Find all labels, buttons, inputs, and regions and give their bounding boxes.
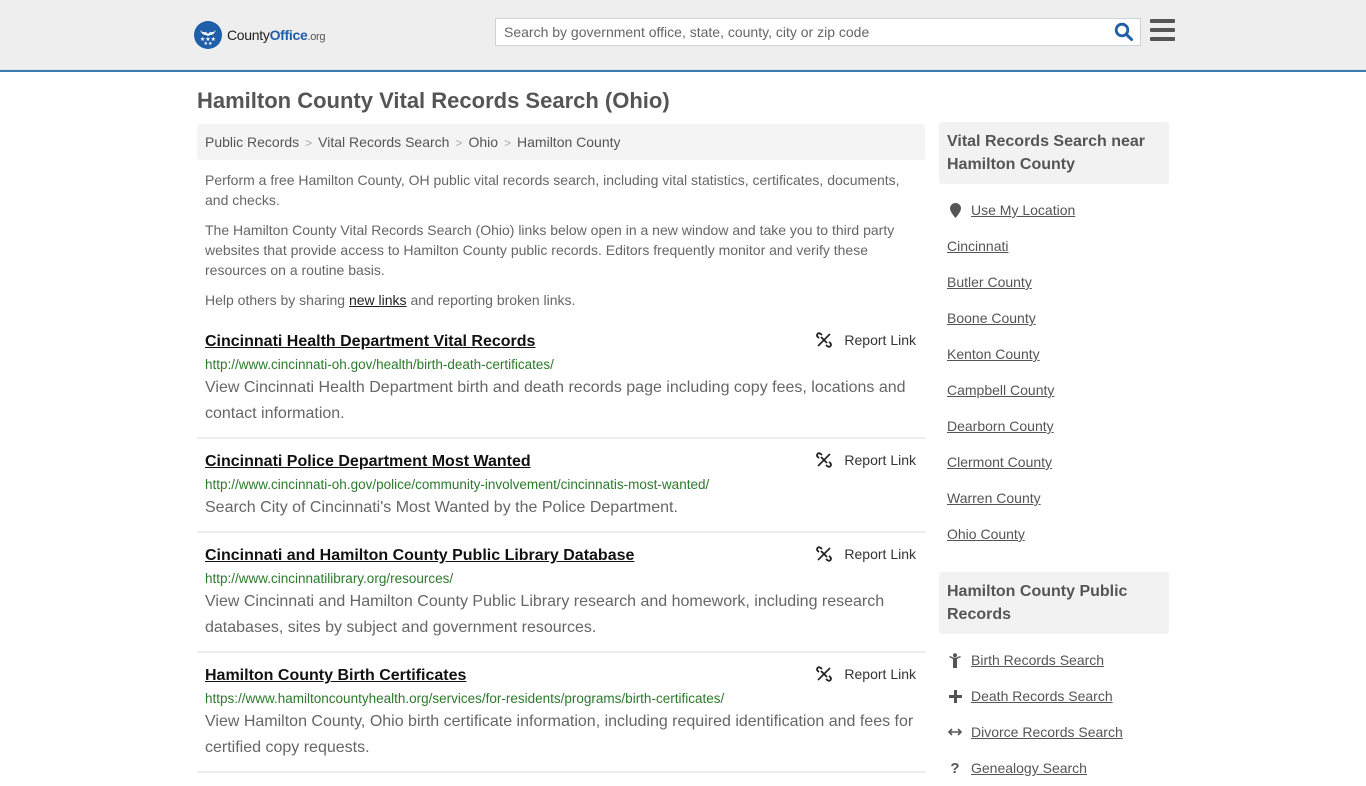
- nearby-list: Use My Location Cincinnati Butler County…: [939, 184, 1169, 552]
- genealogy-search-link[interactable]: Genealogy Search: [971, 760, 1087, 776]
- broken-link-icon: [816, 332, 833, 348]
- nearby-link-dearborn-county[interactable]: Dearborn County: [947, 418, 1054, 434]
- breadcrumb-public-records[interactable]: Public Records: [205, 134, 299, 150]
- logo-wordmark: CountyOffice.org: [227, 27, 326, 43]
- intro-paragraph: Perform a free Hamilton County, OH publi…: [205, 172, 900, 208]
- result-title-link[interactable]: Cincinnati Police Department Most Wanted: [205, 451, 531, 473]
- result-description: View Cincinnati and Hamilton County Publ…: [205, 593, 885, 636]
- nearby-link-ohio-county[interactable]: Ohio County: [947, 526, 1025, 542]
- search-box: [495, 18, 1141, 46]
- nearby-link-butler-county[interactable]: Butler County: [947, 274, 1032, 290]
- report-link-button[interactable]: Report Link: [816, 666, 916, 682]
- result-title-link[interactable]: Hamilton County Birth Certificates: [205, 665, 466, 687]
- public-records-heading: Hamilton County Public Records: [939, 572, 1169, 634]
- nearby-item: Butler County: [947, 264, 1161, 300]
- result-title-link[interactable]: Cincinnati Health Department Vital Recor…: [205, 331, 535, 353]
- nearby-item: Campbell County: [947, 372, 1161, 408]
- arrows-horizontal-icon: [947, 727, 963, 737]
- result-url: https://www.hamiltoncountyhealth.org/ser…: [205, 691, 725, 706]
- header-divider: [0, 69, 1366, 70]
- use-my-location-link[interactable]: Use My Location: [971, 202, 1075, 218]
- result-item: Cincinnati and Hamilton County Public Li…: [197, 542, 926, 653]
- breadcrumb-vital-records-search[interactable]: Vital Records Search: [318, 134, 449, 150]
- search-icon[interactable]: [1114, 22, 1134, 42]
- birth-records-search-link[interactable]: Birth Records Search: [971, 652, 1104, 668]
- result-description: View Hamilton County, Ohio birth certifi…: [205, 713, 914, 756]
- nearby-item: Warren County: [947, 480, 1161, 516]
- public-record-item: ? Genealogy Search: [947, 750, 1161, 786]
- result-url: http://www.cincinnati-oh.gov/police/comm…: [205, 477, 710, 492]
- result-item: Hamilton County Birth Certificates https…: [197, 662, 926, 773]
- nearby-link-warren-county[interactable]: Warren County: [947, 490, 1041, 506]
- use-location-item: Use My Location: [947, 192, 1161, 228]
- nearby-link-boone-county[interactable]: Boone County: [947, 310, 1036, 326]
- sidebar: Vital Records Search near Hamilton Count…: [939, 122, 1169, 786]
- breadcrumb-separator: >: [504, 136, 512, 150]
- nearby-link-clermont-county[interactable]: Clermont County: [947, 454, 1052, 470]
- broken-link-icon: [816, 666, 833, 682]
- public-record-item: Birth Records Search: [947, 642, 1161, 678]
- public-records-list: Birth Records Search Death Records Searc…: [939, 634, 1169, 786]
- broken-link-icon: [816, 546, 833, 562]
- nearby-item: Dearborn County: [947, 408, 1161, 444]
- broken-link-icon: [816, 452, 833, 468]
- breadcrumb-ohio[interactable]: Ohio: [468, 134, 498, 150]
- breadcrumb-hamilton-county[interactable]: Hamilton County: [517, 134, 621, 150]
- result-item: Cincinnati Police Department Most Wanted…: [197, 448, 926, 533]
- child-icon: [947, 652, 963, 668]
- result-url: http://www.cincinnati-oh.gov/health/birt…: [205, 357, 554, 372]
- hamburger-menu-icon[interactable]: [1150, 19, 1175, 42]
- breadcrumb-separator: >: [455, 136, 463, 150]
- site-header: ★★★ ★★ CountyOffice.org: [0, 0, 1366, 72]
- logo-link[interactable]: ★★★ ★★ CountyOffice.org: [194, 21, 326, 49]
- nearby-item: Cincinnati: [947, 228, 1161, 264]
- nearby-link-campbell-county[interactable]: Campbell County: [947, 382, 1054, 398]
- report-link-button[interactable]: Report Link: [816, 452, 916, 468]
- result-description: Search City of Cincinnati's Most Wanted …: [205, 499, 678, 516]
- search-input[interactable]: [496, 19, 1106, 45]
- result-url: http://www.cincinnatilibrary.org/resourc…: [205, 571, 454, 586]
- report-link-button[interactable]: Report Link: [816, 546, 916, 562]
- nearby-item: Ohio County: [947, 516, 1161, 552]
- public-record-item: Divorce Records Search: [947, 714, 1161, 750]
- result-item: Cincinnati Health Department Vital Recor…: [197, 328, 926, 439]
- nearby-item: Boone County: [947, 300, 1161, 336]
- nearby-item: Clermont County: [947, 444, 1161, 480]
- nearby-link-cincinnati[interactable]: Cincinnati: [947, 238, 1008, 254]
- public-record-item: Death Records Search: [947, 678, 1161, 714]
- result-description: View Cincinnati Health Department birth …: [205, 379, 906, 422]
- breadcrumb-separator: >: [305, 136, 313, 150]
- report-link-button[interactable]: Report Link: [816, 332, 916, 348]
- svg-text:★★: ★★: [204, 41, 213, 46]
- plus-icon: [947, 689, 963, 703]
- eagle-stars-logo-icon: ★★★ ★★: [194, 21, 222, 49]
- map-marker-icon: [947, 202, 963, 218]
- disclaimer-paragraph: The Hamilton County Vital Records Search…: [205, 222, 895, 278]
- page-title: Hamilton County Vital Records Search (Oh…: [197, 88, 670, 113]
- help-paragraph: Help others by sharing new links and rep…: [205, 292, 576, 308]
- result-title-link[interactable]: Cincinnati and Hamilton County Public Li…: [205, 545, 634, 567]
- breadcrumb: Public Records > Vital Records Search > Ohio…: [197, 124, 925, 160]
- death-records-search-link[interactable]: Death Records Search: [971, 688, 1113, 704]
- new-links-link[interactable]: new links: [349, 292, 407, 308]
- question-icon: ?: [950, 759, 960, 777]
- nearby-item: Kenton County: [947, 336, 1161, 372]
- nearby-heading: Vital Records Search near Hamilton Count…: [939, 122, 1169, 184]
- divorce-records-search-link[interactable]: Divorce Records Search: [971, 724, 1123, 740]
- nearby-link-kenton-county[interactable]: Kenton County: [947, 346, 1040, 362]
- results-list: Cincinnati Health Department Vital Recor…: [197, 328, 926, 782]
